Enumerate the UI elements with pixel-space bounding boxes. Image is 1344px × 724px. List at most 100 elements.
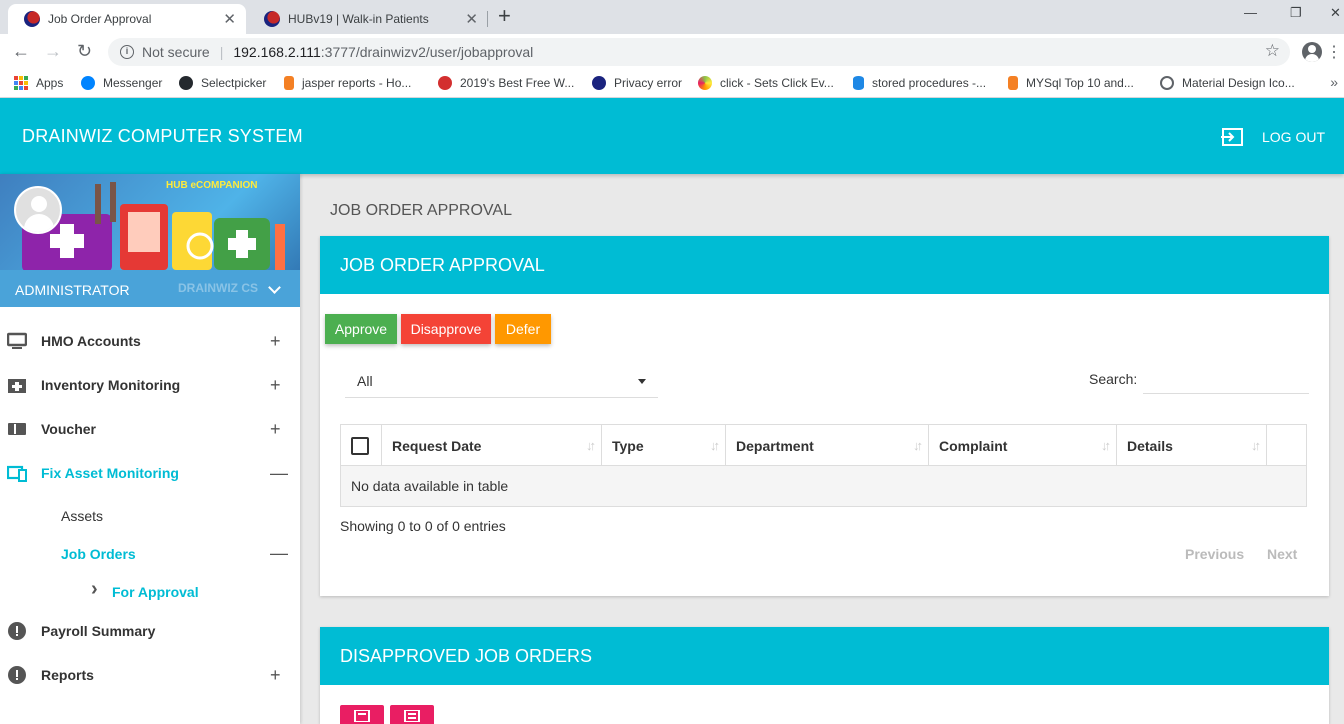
sidebar-item-label: Fix Asset Monitoring bbox=[41, 465, 179, 481]
banner-text: HUB eCOMPANION bbox=[166, 180, 258, 191]
page-title: JOB ORDER APPROVAL bbox=[330, 202, 512, 219]
column-label: Request Date bbox=[392, 437, 482, 454]
user-watermark: DRAINWIZ CS bbox=[178, 281, 258, 295]
reload-button[interactable]: ↻ bbox=[77, 41, 92, 61]
tab-title: Job Order Approval bbox=[48, 12, 152, 26]
bookmark-click[interactable]: click - Sets Click Ev... bbox=[698, 76, 834, 90]
devices-icon bbox=[7, 465, 27, 482]
search-input[interactable] bbox=[1143, 364, 1309, 394]
browser-tab-inactive[interactable]: HUBv19 | Walk-in Patients ✕ bbox=[248, 4, 488, 34]
ticket-icon bbox=[8, 423, 26, 435]
empty-table-message: No data available in table bbox=[341, 466, 1306, 506]
sidebar-subitem-assets[interactable]: Assets bbox=[61, 508, 103, 524]
sidebar-item-fix-asset-monitoring[interactable]: Fix Asset Monitoring — bbox=[0, 453, 300, 493]
user-name[interactable]: ADMINISTRATOR bbox=[15, 282, 130, 298]
restore-button[interactable]: ❐ bbox=[1290, 5, 1302, 21]
browser-tabbar: Job Order Approval ✕ HUBv19 | Walk-in Pa… bbox=[0, 0, 1344, 34]
expand-icon[interactable]: + bbox=[270, 375, 281, 396]
close-icon[interactable]: ✕ bbox=[465, 10, 478, 28]
profile-icon[interactable] bbox=[1302, 42, 1322, 62]
browser-menu-icon[interactable]: ⋮ bbox=[1326, 42, 1342, 62]
bookmark-selectpicker[interactable]: Selectpicker bbox=[179, 76, 266, 90]
app-brand[interactable]: DRAINWIZ COMPUTER SYSTEM bbox=[22, 126, 303, 147]
more-bookmarks-icon[interactable]: » bbox=[1330, 74, 1338, 90]
address-bar[interactable]: i Not secure | 192.168.2.111:3777/drainw… bbox=[108, 38, 1290, 66]
expand-icon[interactable]: + bbox=[270, 331, 281, 352]
logout-button[interactable]: LOG OUT bbox=[1220, 127, 1325, 147]
column-header-request-date[interactable]: Request Date ↓↑ bbox=[382, 425, 602, 466]
forward-button[interactable]: → bbox=[44, 41, 62, 61]
info-icon[interactable]: i bbox=[120, 45, 134, 59]
bookmark-free-w[interactable]: 2019's Best Free W... bbox=[438, 76, 574, 90]
sidebar-item-hmo-accounts[interactable]: HMO Accounts + bbox=[0, 321, 300, 361]
bookmark-jasper[interactable]: jasper reports - Ho... bbox=[284, 76, 411, 90]
window-close-button[interactable]: ✕ bbox=[1330, 5, 1341, 21]
column-header-complaint[interactable]: Complaint ↓↑ bbox=[929, 425, 1117, 466]
sidebar-item-voucher[interactable]: Voucher + bbox=[0, 409, 300, 449]
app-header: DRAINWIZ COMPUTER SYSTEM LOG OUT bbox=[0, 98, 1344, 174]
job-order-approval-card: JOB ORDER APPROVAL Approve Disapprove De… bbox=[320, 236, 1329, 596]
logout-icon bbox=[1221, 128, 1243, 146]
filter-select-value: All bbox=[357, 372, 373, 389]
export-list-button[interactable] bbox=[390, 705, 434, 724]
github-icon bbox=[179, 76, 193, 90]
expand-icon[interactable]: + bbox=[270, 665, 281, 686]
warning-icon bbox=[592, 76, 606, 90]
chevron-down-icon[interactable] bbox=[268, 282, 282, 296]
collapse-icon[interactable]: — bbox=[270, 543, 288, 564]
user-panel: HUB eCOMPANION ADMINISTRATOR DRAINWIZ CS bbox=[0, 174, 300, 307]
bookmark-star-icon[interactable]: ☆ bbox=[1265, 41, 1280, 61]
column-header-department[interactable]: Department ↓↑ bbox=[726, 425, 929, 466]
bookmark-label: click - Sets Click Ev... bbox=[720, 76, 834, 90]
column-header-details[interactable]: Details ↓↑ bbox=[1117, 425, 1267, 466]
security-label: Not secure bbox=[142, 44, 210, 60]
export-pdf-button[interactable] bbox=[340, 705, 384, 724]
select-all-checkbox[interactable] bbox=[351, 436, 369, 455]
sidebar-item-label: Reports bbox=[41, 667, 94, 683]
expand-icon[interactable]: + bbox=[270, 419, 281, 440]
column-label: Complaint bbox=[939, 437, 1008, 454]
sidebar-item-label: HMO Accounts bbox=[41, 333, 141, 349]
close-icon[interactable]: ✕ bbox=[223, 10, 236, 28]
back-button[interactable]: ← bbox=[12, 41, 30, 61]
sidebar-item-label: Inventory Monitoring bbox=[41, 377, 181, 393]
card-title: DISAPPROVED JOB ORDERS bbox=[320, 627, 1329, 685]
sort-icon: ↓↑ bbox=[586, 438, 596, 453]
new-tab-button[interactable]: + bbox=[498, 5, 511, 27]
bookmark-privacy-error[interactable]: Privacy error bbox=[592, 76, 682, 90]
sidebar-item-reports[interactable]: Reports + bbox=[0, 655, 300, 695]
bookmark-apps[interactable]: Apps bbox=[14, 76, 63, 90]
column-header-type[interactable]: Type ↓↑ bbox=[602, 425, 726, 466]
table-header-row: Request Date ↓↑ Type ↓↑ Department ↓↑ Co… bbox=[341, 425, 1306, 466]
search-label: Search: bbox=[1089, 371, 1138, 387]
bookmark-label: stored procedures -... bbox=[872, 76, 987, 90]
table-info: Showing 0 to 0 of 0 entries bbox=[340, 518, 506, 534]
bookmark-mysql[interactable]: MYSql Top 10 and... bbox=[1008, 76, 1134, 90]
previous-page-button[interactable]: Previous bbox=[1185, 546, 1244, 562]
approve-button[interactable]: Approve bbox=[325, 314, 397, 344]
bookmark-stored-procedures[interactable]: stored procedures -... bbox=[853, 76, 986, 90]
column-header-blank bbox=[1267, 425, 1306, 466]
bookmarks-bar: Apps Messenger Selectpicker jasper repor… bbox=[0, 70, 1344, 98]
defer-button[interactable]: Defer bbox=[495, 314, 551, 344]
sort-icon: ↓↑ bbox=[1251, 438, 1261, 453]
next-page-button[interactable]: Next bbox=[1267, 546, 1297, 562]
minimize-button[interactable]: — bbox=[1244, 5, 1257, 20]
bookmark-messenger[interactable]: Messenger bbox=[81, 76, 162, 90]
database-icon bbox=[853, 76, 864, 90]
logout-label: LOG OUT bbox=[1262, 129, 1326, 145]
sidebar-item-payroll-summary[interactable]: Payroll Summary bbox=[0, 611, 300, 651]
alert-circle-icon bbox=[8, 622, 26, 640]
card-title: JOB ORDER APPROVAL bbox=[320, 236, 1329, 294]
bookmark-material-design[interactable]: Material Design Ico... bbox=[1160, 76, 1295, 90]
chevron-right-icon: › bbox=[91, 578, 98, 600]
browser-tab-active[interactable]: Job Order Approval ✕ bbox=[8, 4, 246, 34]
sidebar-item-inventory-monitoring[interactable]: Inventory Monitoring + bbox=[0, 365, 300, 405]
sidebar-subitem-for-approval[interactable]: For Approval bbox=[112, 584, 199, 600]
collapse-icon[interactable]: — bbox=[270, 463, 288, 484]
caret-down-icon bbox=[638, 379, 646, 384]
filter-select[interactable]: All bbox=[345, 364, 658, 398]
disapprove-button[interactable]: Disapprove bbox=[401, 314, 491, 344]
sidebar-subitem-job-orders[interactable]: Job Orders bbox=[61, 546, 136, 562]
site-favicon-icon bbox=[264, 11, 280, 27]
